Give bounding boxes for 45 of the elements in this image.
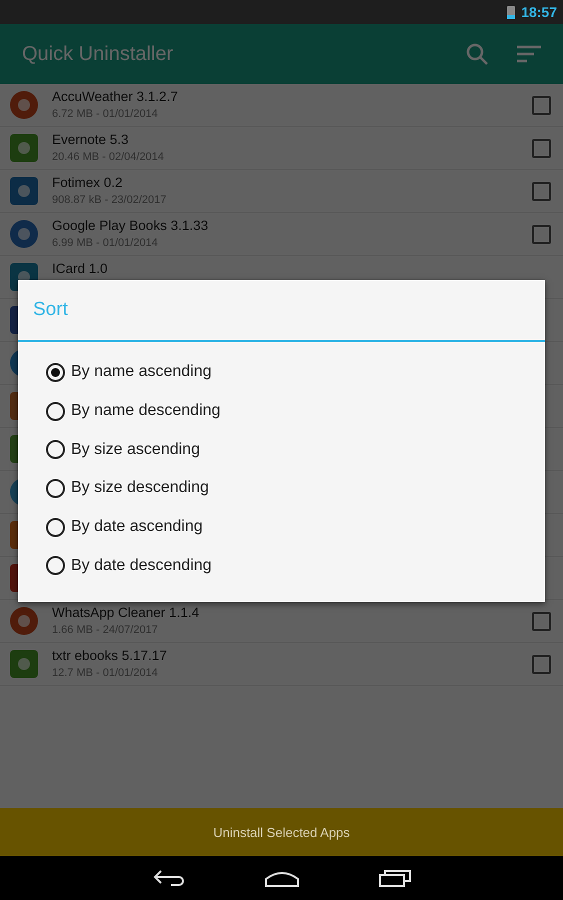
app-name: WhatsApp Cleaner 1.1.4	[52, 605, 200, 620]
radio-button[interactable]	[46, 478, 65, 498]
app-name: txtr ebooks 5.17.17	[52, 648, 168, 663]
checkbox[interactable]	[532, 224, 551, 244]
home-icon[interactable]	[264, 869, 298, 887]
app-icon	[8, 605, 40, 637]
app-icon	[8, 89, 40, 121]
sort-option[interactable]: By date ascending	[46, 508, 545, 546]
checkbox[interactable]	[532, 96, 551, 114]
option-label: By date ascending	[71, 518, 203, 536]
battery-icon	[507, 5, 516, 19]
app-name: Evernote 5.3	[52, 132, 130, 147]
radio-button[interactable]	[46, 362, 65, 382]
uninstall-button[interactable]: Uninstall Selected Apps	[0, 808, 563, 856]
radio-button[interactable]	[46, 440, 65, 460]
app-icon	[8, 648, 40, 680]
recent-apps-icon[interactable]	[378, 869, 410, 887]
checkbox[interactable]	[532, 182, 551, 200]
option-label: By size descending	[71, 479, 209, 498]
app-name: ICard 1.0	[52, 261, 109, 276]
app-icon	[8, 218, 40, 250]
radio-button[interactable]	[46, 402, 65, 421]
option-label: By date descending	[71, 556, 212, 575]
radio-button[interactable]	[46, 556, 65, 576]
app-title: Quick Uninstaller	[22, 42, 174, 66]
sort-option[interactable]: By date descending	[46, 546, 545, 586]
sort-option[interactable]: By name ascending	[46, 353, 545, 392]
checkbox[interactable]	[532, 654, 551, 674]
app-icon	[8, 132, 40, 164]
app-name: Google Play Books 3.1.33	[52, 218, 210, 233]
app-icon	[8, 175, 40, 207]
clock-time: 18:57	[521, 4, 557, 20]
back-icon[interactable]	[152, 868, 184, 888]
option-label: By name ascending	[71, 363, 212, 382]
sort-option[interactable]: By size ascending	[46, 430, 545, 470]
app-name: AccuWeather 3.1.2.7	[52, 89, 179, 104]
sort-option[interactable]: By name descending	[46, 392, 545, 430]
checkbox[interactable]	[532, 612, 551, 630]
option-label: By name descending	[71, 402, 220, 420]
sort-option[interactable]: By size descending	[46, 469, 545, 508]
app-name: Fotimex 0.2	[52, 175, 124, 190]
dialog-title: Sort	[18, 280, 545, 342]
option-label: By size ascending	[71, 440, 200, 459]
checkbox[interactable]	[532, 138, 551, 158]
radio-button[interactable]	[46, 518, 65, 537]
